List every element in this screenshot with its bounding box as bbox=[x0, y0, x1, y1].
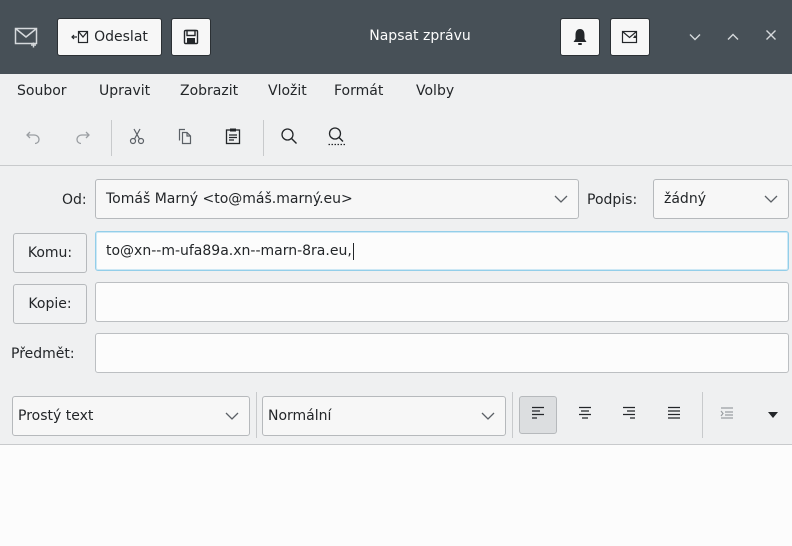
chevron-down-icon bbox=[764, 193, 778, 209]
receipt-button[interactable] bbox=[610, 18, 650, 56]
bell-icon bbox=[572, 28, 588, 46]
menu-zobrazit[interactable]: Zobrazit bbox=[180, 83, 238, 99]
window-title: Napsat zprávu bbox=[369, 28, 471, 44]
text-caret bbox=[352, 242, 354, 260]
paragraph-style-select[interactable]: Normální bbox=[262, 396, 506, 436]
align-left-icon bbox=[530, 405, 546, 425]
copy-icon bbox=[176, 127, 194, 149]
mail-icon bbox=[14, 26, 38, 52]
find-button[interactable] bbox=[276, 125, 302, 151]
subject-input[interactable] bbox=[95, 333, 789, 373]
cc-input[interactable] bbox=[95, 282, 789, 322]
find-replace-button[interactable] bbox=[324, 125, 350, 151]
find-replace-icon bbox=[327, 126, 347, 150]
paste-button[interactable] bbox=[220, 125, 246, 151]
redo-icon bbox=[74, 127, 92, 149]
signature-value: žádný bbox=[664, 191, 706, 207]
text-mode-select[interactable]: Prostý text bbox=[12, 396, 250, 436]
message-body-editor[interactable] bbox=[0, 444, 792, 546]
from-value: Tomáš Marný <to@máš.marný.eu> bbox=[106, 191, 353, 207]
maximize-button[interactable] bbox=[723, 27, 743, 47]
signature-select[interactable]: žádný bbox=[653, 179, 789, 219]
format-separator bbox=[702, 392, 703, 438]
redo-button[interactable] bbox=[70, 125, 96, 151]
cut-icon bbox=[128, 127, 146, 149]
menu-bar: Soubor Upravit Zobrazit Vložit Formát Vo… bbox=[0, 74, 792, 110]
notification-button[interactable] bbox=[560, 18, 600, 56]
menu-upravit[interactable]: Upravit bbox=[99, 83, 150, 99]
close-icon bbox=[765, 29, 777, 45]
format-separator bbox=[512, 392, 513, 438]
cut-button[interactable] bbox=[124, 125, 150, 151]
more-arrow-icon bbox=[767, 407, 779, 423]
minimize-icon bbox=[689, 29, 701, 45]
align-center-icon bbox=[577, 405, 593, 425]
edit-toolbar bbox=[0, 110, 792, 166]
mail-receipt-icon bbox=[621, 29, 639, 45]
text-mode-value: Prostý text bbox=[18, 408, 94, 424]
chevron-down-icon bbox=[554, 193, 568, 209]
title-bar: Odeslat Napsat zprávu bbox=[0, 0, 792, 74]
from-select[interactable]: Tomáš Marný <to@máš.marný.eu> bbox=[95, 179, 579, 219]
toolbar-separator bbox=[111, 120, 112, 156]
undo-icon bbox=[24, 127, 42, 149]
align-justify-button[interactable] bbox=[655, 396, 693, 434]
align-right-button[interactable] bbox=[610, 396, 648, 434]
to-value: to@xn--m-ufa89a.xn--marn-8ra.eu, bbox=[106, 243, 352, 259]
subject-label: Předmět: bbox=[11, 346, 75, 362]
from-label: Od: bbox=[62, 192, 87, 208]
format-separator bbox=[256, 392, 257, 438]
paste-icon bbox=[224, 127, 242, 149]
cc-button[interactable]: Kopie: bbox=[13, 284, 87, 324]
minimize-button[interactable] bbox=[685, 27, 705, 47]
align-center-button[interactable] bbox=[566, 396, 604, 434]
align-left-button[interactable] bbox=[519, 396, 557, 434]
save-button[interactable] bbox=[171, 18, 211, 56]
menu-vlozit[interactable]: Vložit bbox=[268, 83, 307, 99]
copy-button[interactable] bbox=[172, 125, 198, 151]
paragraph-style-value: Normální bbox=[268, 408, 332, 424]
find-icon bbox=[280, 127, 298, 149]
send-icon bbox=[71, 29, 89, 45]
menu-volby[interactable]: Volby bbox=[416, 83, 454, 99]
maximize-icon bbox=[727, 29, 739, 45]
indent-icon bbox=[719, 405, 735, 425]
cc-label: Kopie: bbox=[28, 296, 72, 312]
menu-format[interactable]: Formát bbox=[334, 83, 383, 99]
chevron-down-icon bbox=[225, 410, 239, 426]
to-button[interactable]: Komu: bbox=[13, 233, 87, 273]
more-options-button[interactable] bbox=[754, 396, 792, 434]
close-button[interactable] bbox=[761, 27, 781, 47]
menu-soubor[interactable]: Soubor bbox=[17, 83, 67, 99]
align-right-icon bbox=[621, 405, 637, 425]
chevron-down-icon bbox=[481, 410, 495, 426]
send-label: Odeslat bbox=[94, 29, 148, 45]
indent-button[interactable] bbox=[708, 396, 746, 434]
undo-button[interactable] bbox=[20, 125, 46, 151]
send-button[interactable]: Odeslat bbox=[57, 18, 162, 56]
toolbar-separator bbox=[263, 120, 264, 156]
signature-label: Podpis: bbox=[587, 192, 638, 208]
save-icon bbox=[183, 29, 199, 45]
to-input[interactable]: to@xn--m-ufa89a.xn--marn-8ra.eu, bbox=[95, 231, 789, 271]
to-label: Komu: bbox=[27, 245, 73, 261]
align-justify-icon bbox=[666, 405, 682, 425]
